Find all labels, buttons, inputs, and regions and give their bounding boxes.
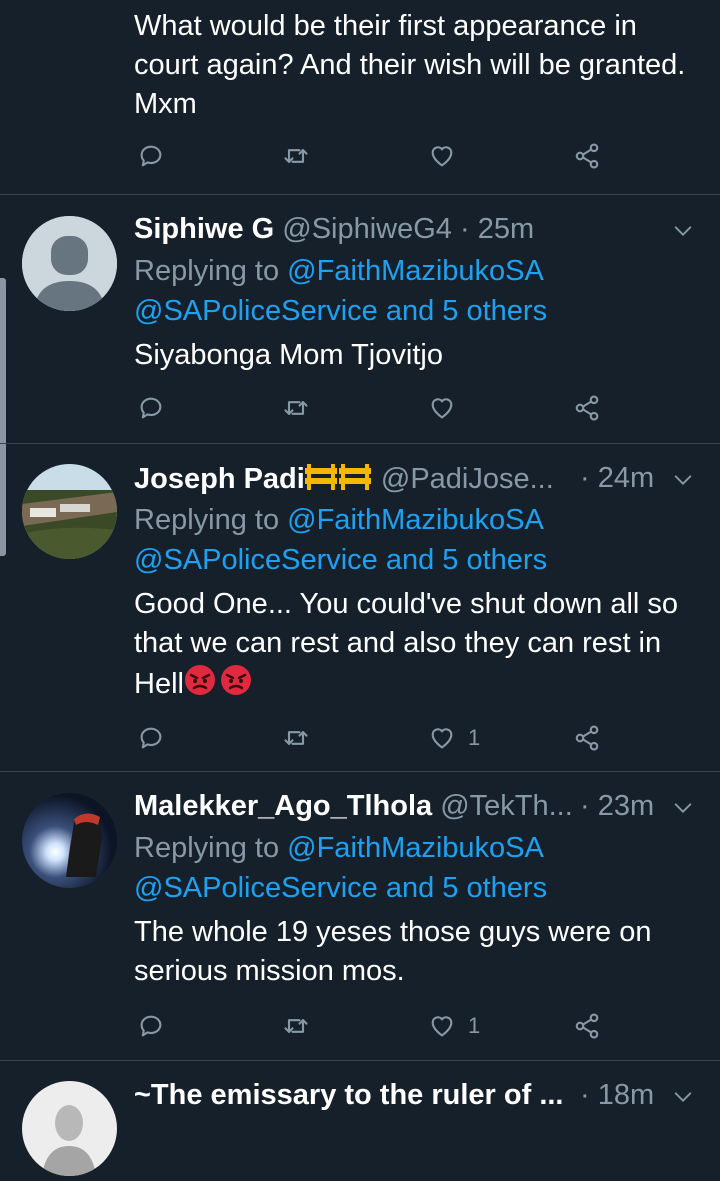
reply-button[interactable]	[137, 721, 165, 755]
share-icon	[575, 395, 599, 421]
share-button[interactable]	[573, 391, 601, 425]
avatar[interactable]	[22, 793, 117, 888]
tweet[interactable]: ~The emissary to the ruler of ... · 18m	[0, 1061, 720, 1181]
display-name[interactable]: Malekker_Ago_Tlhola	[134, 790, 432, 822]
replying-prefix: Replying to	[134, 832, 288, 864]
user-handle[interactable]: @TekTh...	[440, 790, 573, 822]
tweet-actions	[134, 139, 614, 173]
share-button[interactable]	[573, 139, 601, 173]
tweet[interactable]: What would be their first appearance in …	[0, 0, 720, 195]
angry-face-emoji	[184, 665, 251, 695]
share-icon	[575, 143, 599, 169]
separator: ·	[460, 213, 470, 245]
tweet-text: What would be their first appearance in …	[134, 10, 686, 120]
separator: ·	[580, 790, 590, 822]
like-button[interactable]: 1	[428, 721, 480, 755]
display-name[interactable]: ~The emissary to the ruler of ...	[134, 1079, 564, 1111]
tweet-header: ~The emissary to the ruler of ...	[134, 1077, 570, 1113]
timestamp[interactable]: 18m	[598, 1079, 654, 1111]
retweet-icon	[284, 731, 308, 745]
tweet[interactable]: Joseph Padi @PadiJose... · 24m Replying …	[0, 444, 720, 772]
retweet-icon	[284, 149, 308, 163]
tweet-text: The whole 19 yeses those guys were on se…	[134, 916, 652, 987]
chevron-down-icon[interactable]	[672, 469, 694, 491]
replying-prefix: Replying to	[134, 255, 288, 287]
share-button[interactable]	[573, 1009, 601, 1043]
separator: ·	[580, 462, 590, 494]
tweet-actions	[134, 391, 614, 425]
construction-barrier-emoji	[304, 464, 371, 490]
avatar[interactable]	[22, 464, 117, 559]
avatar-photo	[22, 464, 117, 559]
tweet-actions: 1	[134, 721, 614, 755]
tweet-meta: · 24m	[580, 460, 654, 496]
replying-others: @SAPoliceService and 5 others	[134, 540, 547, 580]
replying-others: @SAPoliceService and 5 others	[134, 291, 547, 331]
user-handle[interactable]: @SiphiweG4	[282, 213, 452, 245]
tweet[interactable]: Malekker_Ago_Tlhola @TekTh... · 23m Repl…	[0, 772, 720, 1061]
like-count: 1	[468, 1013, 481, 1038]
display-name-text: Joseph Padi	[134, 463, 305, 495]
tweet-meta: · 23m	[580, 788, 654, 824]
reply-button[interactable]	[137, 139, 165, 173]
reply-button[interactable]	[137, 1009, 165, 1043]
timestamp[interactable]: 23m	[598, 790, 654, 822]
like-count: 1	[468, 725, 481, 750]
heart-icon	[431, 398, 453, 419]
tweet-actions: 1	[134, 1009, 614, 1043]
reply-icon	[140, 727, 162, 749]
display-name[interactable]: Joseph Padi	[134, 463, 373, 495]
timestamp[interactable]: 25m	[478, 213, 534, 245]
share-icon	[575, 725, 599, 751]
mention-link[interactable]: @SAPoliceService and 5 others	[134, 872, 547, 904]
reply-icon	[140, 145, 162, 167]
reply-icon	[140, 1015, 162, 1037]
user-handle[interactable]: @PadiJose...	[381, 463, 554, 495]
heart-icon	[431, 728, 453, 749]
tweet-header: Siphiwe G @SiphiweG4 · 25m	[134, 211, 696, 247]
avatar-photo	[22, 793, 117, 888]
retweet-button[interactable]	[282, 1009, 310, 1043]
avatar-photo	[22, 1081, 117, 1176]
like-button[interactable]	[428, 139, 456, 173]
retweet-icon	[284, 1019, 308, 1033]
mention-link[interactable]: @FaithMazibukoSA	[287, 504, 544, 536]
separator: ·	[580, 1079, 590, 1111]
chevron-down-icon[interactable]	[672, 1086, 694, 1108]
heart-icon	[431, 1016, 453, 1037]
reply-icon	[140, 397, 162, 419]
tweet-meta: · 18m	[580, 1077, 654, 1113]
share-button[interactable]	[573, 721, 601, 755]
mention-link[interactable]: @SAPoliceService and 5 others	[134, 295, 547, 327]
display-name[interactable]: Siphiwe G	[134, 213, 274, 245]
replying-to: Replying to @FaithMazibukoSA	[134, 500, 544, 540]
avatar[interactable]	[22, 216, 117, 311]
replying-to: Replying to @FaithMazibukoSA	[134, 251, 544, 291]
mention-link[interactable]: @SAPoliceService and 5 others	[134, 544, 547, 576]
share-icon	[575, 1013, 599, 1039]
retweet-button[interactable]	[282, 721, 310, 755]
retweet-button[interactable]	[282, 139, 310, 173]
like-button[interactable]: 1	[428, 1009, 480, 1043]
like-button[interactable]	[428, 391, 456, 425]
replying-prefix: Replying to	[134, 504, 288, 536]
tweet[interactable]: Siphiwe G @SiphiweG4 · 25m Replying to @…	[0, 195, 720, 444]
mention-link[interactable]: @FaithMazibukoSA	[287, 832, 544, 864]
retweet-button[interactable]	[282, 391, 310, 425]
chevron-down-icon[interactable]	[672, 797, 694, 819]
mention-link[interactable]: @FaithMazibukoSA	[287, 255, 544, 287]
chevron-down-icon[interactable]	[672, 220, 694, 242]
retweet-icon	[284, 401, 308, 415]
tweet-text: Siyabonga Mom Tjovitjo	[134, 339, 443, 371]
replying-others: @SAPoliceService and 5 others	[134, 868, 547, 908]
heart-icon	[431, 146, 453, 167]
replying-to: Replying to @FaithMazibukoSA	[134, 828, 544, 868]
avatar[interactable]	[22, 1081, 117, 1176]
default-avatar-icon	[22, 216, 117, 311]
reply-button[interactable]	[137, 391, 165, 425]
timestamp[interactable]: 24m	[598, 462, 654, 494]
tweet-text: Good One... You could've shut down all s…	[134, 585, 698, 704]
